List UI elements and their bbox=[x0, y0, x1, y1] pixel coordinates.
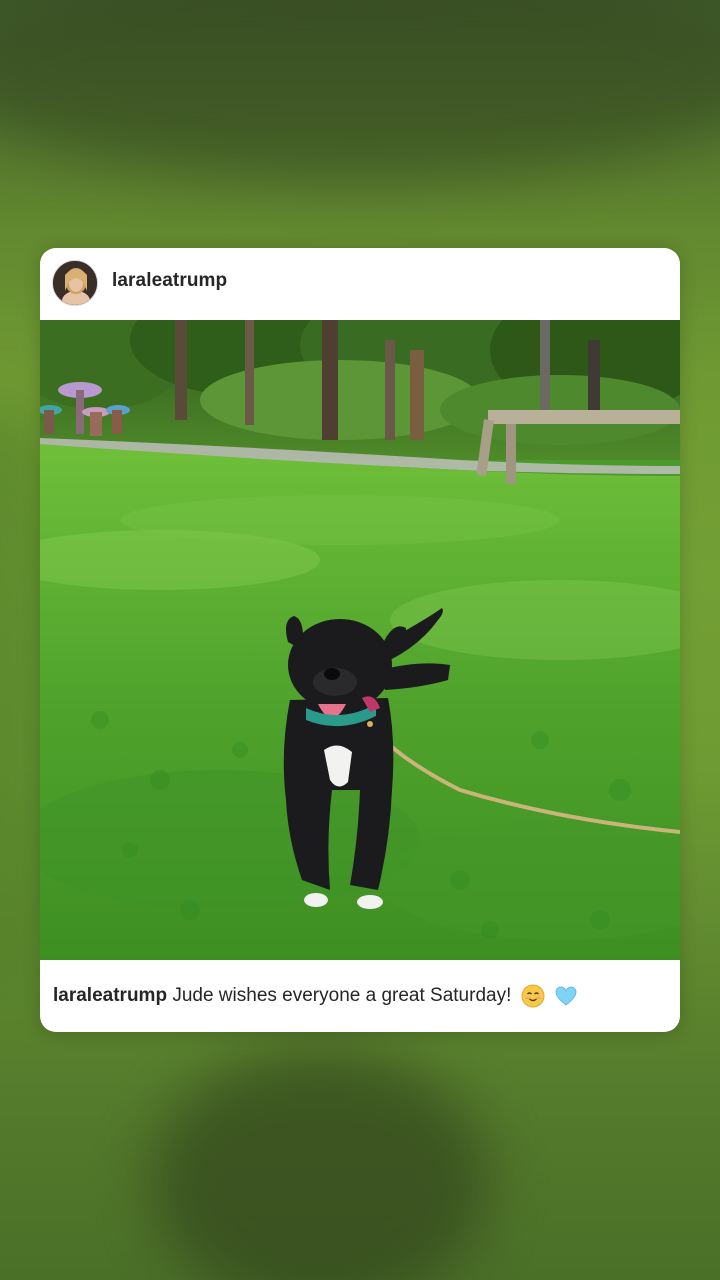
shared-post-card[interactable]: laraleatrump laraleatrump Jude wishes ev… bbox=[40, 248, 680, 1032]
caption-username[interactable]: laraleatrump bbox=[53, 985, 167, 1006]
background-blur-top bbox=[0, 0, 720, 180]
post-photo bbox=[40, 320, 680, 960]
background-blur-bottom bbox=[150, 1050, 490, 1280]
avatar-image bbox=[53, 261, 97, 305]
dog-in-park-image bbox=[40, 320, 680, 960]
post-caption: laraleatrump Jude wishes everyone a grea… bbox=[53, 984, 667, 1008]
smiling-face-emoji-icon bbox=[521, 984, 545, 1008]
light-blue-heart-emoji-icon bbox=[555, 986, 577, 1006]
post-username[interactable]: laraleatrump bbox=[112, 270, 227, 292]
user-avatar[interactable] bbox=[52, 260, 98, 306]
story-view: laraleatrump laraleatrump Jude wishes ev… bbox=[0, 0, 720, 1280]
post-header: laraleatrump bbox=[40, 248, 680, 320]
caption-text: Jude wishes everyone a great Saturday! bbox=[172, 985, 512, 1007]
